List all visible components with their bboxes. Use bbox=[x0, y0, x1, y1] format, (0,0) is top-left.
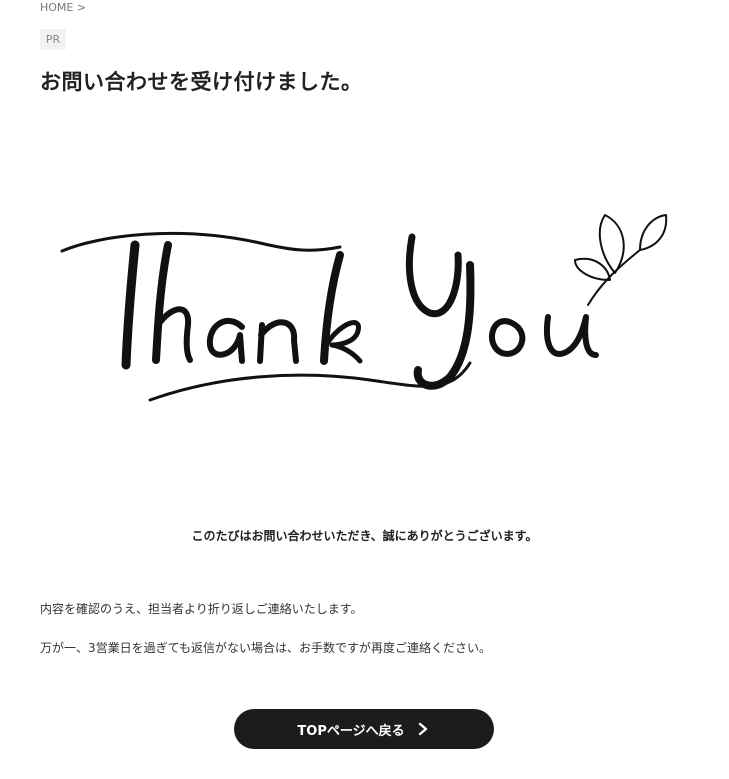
back-to-top-label: TOPページへ戻る bbox=[297, 723, 405, 739]
pr-badge: PR bbox=[40, 29, 66, 50]
chevron-right-icon bbox=[415, 721, 431, 737]
thanks-lead-message: このたびはお問い合わせいただき、誠にありがとうございます。 bbox=[191, 529, 538, 543]
no-reply-notice: 万が一、3営業日を過ぎても返信がない場合は、お手数ですが再度ご連絡ください。 bbox=[40, 641, 492, 655]
thank-you-illustration bbox=[40, 195, 690, 415]
page-title: お問い合わせを受け付けました。 bbox=[40, 70, 363, 94]
breadcrumb: HOME > bbox=[40, 1, 86, 14]
thank-you-script-graphic bbox=[60, 214, 668, 402]
confirmation-message: 内容を確認のうえ、担当者より折り返しご連絡いたします。 bbox=[40, 602, 363, 616]
back-to-top-button[interactable]: TOPページへ戻る bbox=[234, 709, 494, 749]
breadcrumb-home-link[interactable]: HOME bbox=[40, 1, 73, 14]
breadcrumb-separator: > bbox=[76, 1, 87, 14]
